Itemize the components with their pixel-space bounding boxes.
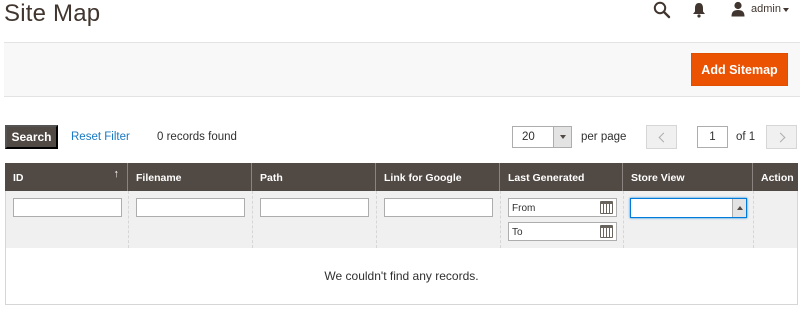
filter-cell-path xyxy=(253,191,377,248)
previous-page-button[interactable] xyxy=(646,125,677,149)
date-from-placeholder: From xyxy=(512,203,536,214)
filter-link-input[interactable] xyxy=(384,198,493,217)
current-page-input[interactable] xyxy=(697,126,728,148)
chevron-down-icon[interactable] xyxy=(783,8,789,12)
sort-ascending-icon: ↑ xyxy=(113,168,120,180)
column-header-path[interactable]: Path xyxy=(252,163,376,191)
sitemap-grid: ID ↑ Filename Path Link for Google Last … xyxy=(5,163,798,305)
column-header-label: Action xyxy=(761,172,794,184)
chevron-right-icon xyxy=(775,132,785,142)
filter-cell-link xyxy=(377,191,501,248)
calendar-icon[interactable] xyxy=(600,201,613,214)
store-view-select[interactable] xyxy=(630,198,747,218)
filter-cell-filename xyxy=(129,191,253,248)
filter-filename-input[interactable] xyxy=(136,198,245,217)
filter-cell-store-view xyxy=(624,191,754,248)
search-icon[interactable] xyxy=(653,1,671,19)
column-header-filename[interactable]: Filename xyxy=(128,163,252,191)
per-page-select[interactable]: 20 xyxy=(512,126,572,148)
filter-id-input[interactable] xyxy=(13,198,122,217)
column-header-label: ID xyxy=(13,172,24,184)
column-header-action: Action xyxy=(753,163,798,191)
page-title: Site Map xyxy=(4,0,101,27)
date-to-placeholder: To xyxy=(512,227,523,238)
search-button[interactable]: Search xyxy=(5,125,58,149)
grid-filter-row: From To xyxy=(5,191,798,248)
empty-records-message: We couldn't find any records. xyxy=(5,248,798,305)
column-header-link-for-google[interactable]: Link for Google xyxy=(376,163,500,191)
date-from-input[interactable]: From xyxy=(508,198,617,217)
user-icon[interactable] xyxy=(730,1,746,17)
reset-filter-link[interactable]: Reset Filter xyxy=(71,131,130,143)
column-header-id[interactable]: ID ↑ xyxy=(5,163,128,191)
grid-header-row: ID ↑ Filename Path Link for Google Last … xyxy=(5,163,798,191)
page-actions-bar xyxy=(4,42,800,97)
column-header-label: Last Generated xyxy=(508,172,585,184)
column-header-label: Link for Google xyxy=(384,172,462,184)
chevron-down-icon[interactable] xyxy=(553,127,571,147)
filter-cell-last-generated: From To xyxy=(501,191,624,248)
user-menu-label[interactable]: admin xyxy=(751,3,781,15)
per-page-value: 20 xyxy=(522,131,535,143)
column-header-label: Filename xyxy=(136,172,182,184)
filter-cell-id xyxy=(6,191,129,248)
add-sitemap-button[interactable]: Add Sitemap xyxy=(691,53,788,86)
page-total: of 1 xyxy=(736,131,756,143)
per-page-label: per page xyxy=(581,131,627,143)
filter-path-input[interactable] xyxy=(260,198,369,217)
records-found-count: 0 records found xyxy=(157,131,237,143)
next-page-button[interactable] xyxy=(766,125,797,149)
chevron-left-icon xyxy=(658,132,668,142)
bell-icon[interactable] xyxy=(692,2,706,18)
column-header-last-generated[interactable]: Last Generated xyxy=(500,163,623,191)
column-header-store-view[interactable]: Store View xyxy=(623,163,753,191)
chevron-up-icon[interactable] xyxy=(732,199,746,217)
date-to-input[interactable]: To xyxy=(508,222,617,241)
column-header-label: Store View xyxy=(631,172,685,184)
filter-cell-action xyxy=(754,191,797,248)
column-header-label: Path xyxy=(260,172,283,184)
calendar-icon[interactable] xyxy=(600,225,613,238)
